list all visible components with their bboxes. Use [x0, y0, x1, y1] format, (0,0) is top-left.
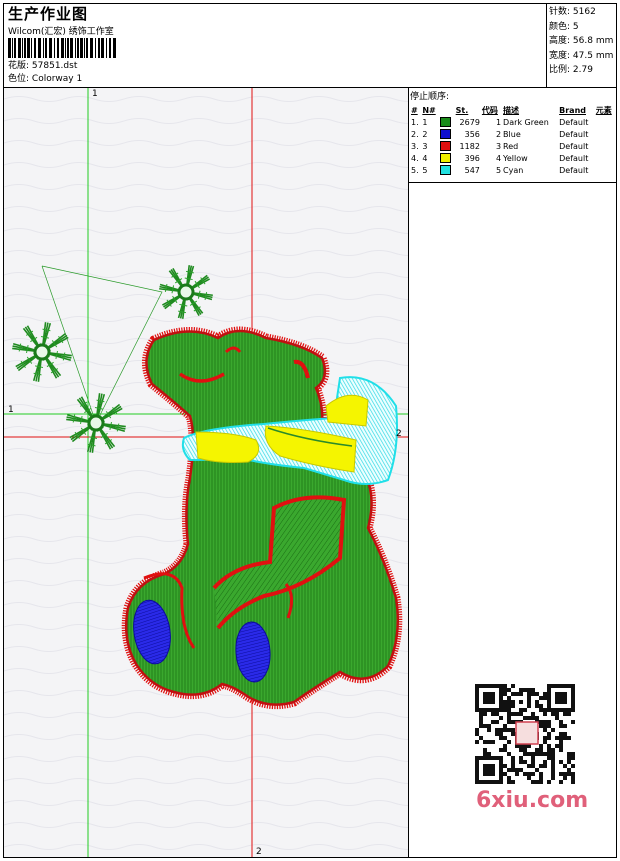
design-scale: 比例: 2.79 — [549, 65, 593, 75]
row-index: 1. — [411, 117, 419, 127]
row-swatch — [439, 152, 454, 164]
row-brand: Default — [559, 117, 589, 127]
table-row: 3. 3 1182 3 Red Default — [410, 140, 616, 152]
row-stitches: 396 — [464, 153, 480, 163]
row-stitches: 1182 — [459, 141, 480, 151]
guide-label-v1: 1 — [92, 89, 98, 99]
row-needle: 5 — [422, 165, 428, 175]
row-description: Dark Green — [503, 117, 549, 127]
row-element — [595, 116, 616, 128]
guide-label-h2: 2 — [396, 429, 402, 439]
row-code: 1 — [495, 117, 502, 127]
sheet-title: 生产作业图 — [8, 5, 89, 23]
row-code: 4 — [495, 153, 502, 163]
row-index: 2. — [411, 129, 419, 139]
design-canvas[interactable]: 1 1 2 2 — [4, 88, 408, 857]
qr-code-image — [470, 680, 580, 788]
row-needle: 2 — [422, 129, 428, 139]
color-swatch — [440, 117, 452, 127]
guide-label-h1: 1 — [8, 405, 14, 415]
row-swatch — [439, 116, 454, 128]
row-code: 2 — [495, 129, 502, 139]
design-meta: 花版: 57851.dst 色位: Colorway 1 — [8, 60, 82, 86]
row-index: 3. — [411, 141, 419, 151]
barcode-image — [8, 38, 116, 58]
table-row: 2. 2 356 2 Blue Default — [410, 128, 616, 140]
row-index: 5. — [411, 165, 419, 175]
seal-stamp-icon — [515, 721, 539, 745]
watermark-text: 6xiu.com — [476, 788, 589, 813]
col-brand: Brand — [559, 105, 586, 115]
guide-label-v2: 2 — [256, 847, 262, 857]
row-brand: Default — [559, 153, 589, 163]
row-code: 3 — [495, 141, 502, 151]
row-brand: Default — [559, 141, 589, 151]
row-swatch — [439, 164, 454, 176]
panel-divider — [408, 88, 409, 857]
color-swatch — [440, 141, 452, 151]
design-height: 高度: 56.8 mm — [549, 36, 614, 46]
company-name: Wilcom(汇宏) 绣饰工作室 — [8, 27, 114, 37]
row-description: Yellow — [503, 153, 528, 163]
stop-sequence-title: 停止顺序: — [410, 92, 450, 102]
design-stats: 针数: 5162 颜色: 5 高度: 56.8 mm 宽度: 47.5 mm 比… — [549, 5, 613, 78]
row-description: Blue — [503, 129, 521, 139]
row-swatch — [439, 128, 454, 140]
col-needle: N# — [422, 105, 436, 115]
row-element — [595, 140, 616, 152]
colorway-row: 色位: Colorway 1 — [8, 74, 83, 84]
design-width: 宽度: 47.5 mm — [549, 50, 614, 61]
table-row: 4. 4 396 4 Yellow Default — [410, 152, 616, 164]
embroidery-preview: 1 1 2 2 — [4, 88, 408, 857]
stop-sequence-panel: 停止顺序: # N# St. 代码 描述 Brand 元素 1. 1 2679 1 Da… — [410, 89, 616, 176]
row-needle: 1 — [422, 117, 428, 127]
design-file-row: 花版: 57851.dst — [8, 61, 78, 71]
color-count: 颜色: 5 — [549, 21, 579, 32]
color-swatch — [440, 129, 452, 139]
row-brand: Default — [559, 165, 589, 175]
design-file-value: 57851.dst — [31, 61, 78, 71]
row-description: Red — [503, 141, 519, 151]
row-description: Cyan — [503, 165, 524, 175]
color-swatch — [440, 153, 452, 163]
colorway-value: Colorway 1 — [31, 74, 83, 84]
table-header-row: # N# St. 代码 描述 Brand 元素 — [410, 104, 616, 116]
col-element: 元素 — [595, 105, 612, 115]
stop-sequence-divider — [409, 182, 617, 183]
row-stitches: 356 — [464, 129, 480, 139]
col-stitches: St. — [455, 105, 469, 115]
row-element — [595, 128, 616, 140]
row-brand: Default — [559, 129, 589, 139]
row-element — [595, 164, 616, 176]
color-swatch — [440, 165, 452, 175]
row-needle: 3 — [422, 141, 428, 151]
row-code: 5 — [495, 165, 502, 175]
table-row: 5. 5 547 5 Cyan Default — [410, 164, 616, 176]
table-row: 1. 1 2679 1 Dark Green Default — [410, 116, 616, 128]
row-index: 4. — [411, 153, 419, 163]
row-stitches: 547 — [464, 165, 480, 175]
col-index: # — [411, 105, 418, 115]
row-stitches: 2679 — [459, 117, 480, 127]
row-needle: 4 — [422, 153, 428, 163]
stop-sequence-table: # N# St. 代码 描述 Brand 元素 1. 1 2679 1 Dark Gre… — [410, 104, 616, 176]
row-swatch — [439, 140, 454, 152]
row-element — [595, 152, 616, 164]
stitch-count: 针数: 5162 — [549, 7, 596, 17]
col-description: 描述 — [503, 105, 520, 115]
col-code: 代码 — [481, 105, 498, 115]
